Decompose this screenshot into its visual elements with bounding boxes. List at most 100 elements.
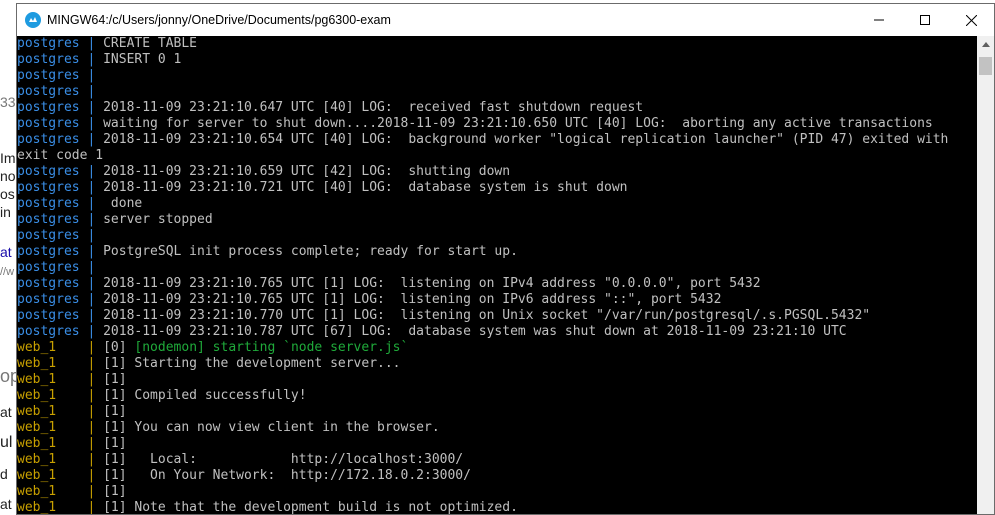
terminal-line: postgres | 2018-11-09 23:21:10.721 UTC [… bbox=[17, 180, 977, 196]
terminal-line-text: [0] bbox=[103, 340, 135, 355]
terminal-line: web_1 | [1] You can now view client in t… bbox=[17, 420, 977, 436]
terminal-line: web_1 | [0] [nodemon] starting `node ser… bbox=[17, 340, 977, 356]
terminal-line: web_1 | [1] Local: http://localhost:3000… bbox=[17, 452, 977, 468]
postgres-service-prefix: postgres | bbox=[17, 276, 104, 291]
window-controls bbox=[856, 4, 994, 36]
terminal-line: exit code 1 bbox=[17, 148, 977, 164]
background-text: at bbox=[0, 496, 12, 512]
postgres-service-prefix: postgres | bbox=[17, 180, 104, 195]
terminal-line: postgres | 2018-11-09 23:21:10.659 UTC [… bbox=[17, 164, 977, 180]
terminal-line: postgres | 2018-11-09 23:21:10.765 UTC [… bbox=[17, 292, 977, 308]
background-text: Im bbox=[0, 150, 16, 166]
postgres-service-prefix: postgres | bbox=[17, 132, 104, 147]
postgres-service-prefix: postgres | bbox=[17, 164, 104, 179]
terminal-line-text: waiting for server to shut down....2018-… bbox=[103, 116, 933, 131]
background-text: in bbox=[0, 204, 11, 220]
postgres-service-prefix: postgres | bbox=[17, 308, 104, 323]
postgres-service-prefix: postgres | bbox=[17, 292, 104, 307]
web-service-prefix: web_1 | bbox=[17, 420, 104, 435]
postgres-service-prefix: postgres | bbox=[17, 84, 104, 99]
terminal-line-text: [1] Compiled successfully! bbox=[103, 388, 307, 403]
terminal-line-text: exit code 1 bbox=[17, 148, 104, 163]
web-service-prefix: web_1 | bbox=[17, 452, 104, 467]
background-link[interactable]: at bbox=[0, 244, 12, 260]
terminal-line: web_1 | [1] Note that the development bu… bbox=[17, 500, 977, 514]
terminal-line-text: [1] bbox=[103, 484, 127, 499]
scroll-thumb[interactable] bbox=[979, 57, 992, 75]
close-button[interactable] bbox=[948, 4, 994, 36]
terminal-window[interactable]: MINGW64:/c/Users/jonny/OneDrive/Document… bbox=[16, 3, 995, 515]
terminal-line: postgres | 2018-11-09 23:21:10.647 UTC [… bbox=[17, 100, 977, 116]
background-text: ul bbox=[0, 434, 13, 451]
terminal-output[interactable]: postgres | CREATE TABLE postgres | INSERT… bbox=[17, 36, 977, 514]
web-service-prefix: web_1 | bbox=[17, 484, 104, 499]
terminal-line: postgres | bbox=[17, 260, 977, 276]
web-service-prefix: web_1 | bbox=[17, 500, 104, 514]
terminal-line: postgres | 2018-11-09 23:21:10.787 UTC [… bbox=[17, 324, 977, 340]
postgres-service-prefix: postgres | bbox=[17, 260, 104, 275]
terminal-line: postgres | done bbox=[17, 196, 977, 212]
postgres-service-prefix: postgres | bbox=[17, 244, 104, 259]
terminal-line: postgres | bbox=[17, 84, 977, 100]
postgres-service-prefix: postgres | bbox=[17, 324, 104, 339]
web-service-prefix: web_1 | bbox=[17, 388, 104, 403]
terminal-line: web_1 | [1] On Your Network: http://172.… bbox=[17, 468, 977, 484]
terminal-line: postgres | waiting for server to shut do… bbox=[17, 116, 977, 132]
web-service-prefix: web_1 | bbox=[17, 468, 104, 483]
title-bar[interactable]: MINGW64:/c/Users/jonny/OneDrive/Document… bbox=[17, 4, 994, 36]
web-service-prefix: web_1 | bbox=[17, 436, 104, 451]
terminal-line-text: 2018-11-09 23:21:10.765 UTC [1] LOG: lis… bbox=[103, 276, 761, 291]
terminal-line: postgres | 2018-11-09 23:21:10.654 UTC [… bbox=[17, 132, 977, 148]
postgres-service-prefix: postgres | bbox=[17, 228, 104, 243]
terminal-line-text: [1] On Your Network: http://172.18.0.2:3… bbox=[103, 468, 471, 483]
terminal-line-text: 2018-11-09 23:21:10.654 UTC [40] LOG: ba… bbox=[103, 132, 949, 147]
maximize-icon bbox=[920, 15, 930, 25]
background-text: 33 bbox=[0, 94, 16, 110]
postgres-service-prefix: postgres | bbox=[17, 52, 104, 67]
terminal-line-text: PostgreSQL init process complete; ready … bbox=[103, 244, 518, 259]
background-text: d bbox=[0, 466, 8, 482]
terminal-line: web_1 | [1] bbox=[17, 436, 977, 452]
chevron-up-icon bbox=[981, 42, 990, 47]
web-service-prefix: web_1 | bbox=[17, 340, 104, 355]
terminal-line-text: 2018-11-09 23:21:10.765 UTC [1] LOG: lis… bbox=[103, 292, 722, 307]
terminal-line: web_1 | [1] Compiled successfully! bbox=[17, 388, 977, 404]
terminal-line-text: 2018-11-09 23:21:10.787 UTC [67] LOG: da… bbox=[103, 324, 847, 339]
web-service-prefix: web_1 | bbox=[17, 404, 104, 419]
terminal-line: postgres | server stopped bbox=[17, 212, 977, 228]
terminal-line-text: 2018-11-09 23:21:10.659 UTC [42] LOG: sh… bbox=[103, 164, 511, 179]
terminal-line-text: CREATE TABLE bbox=[103, 36, 198, 51]
background-text: at bbox=[0, 404, 12, 420]
vertical-scrollbar[interactable] bbox=[977, 36, 994, 514]
terminal-line-text: [1] Local: http://localhost:3000/ bbox=[103, 452, 464, 467]
minimize-icon bbox=[874, 19, 884, 21]
background-url: //w bbox=[0, 266, 15, 278]
postgres-service-prefix: postgres | bbox=[17, 196, 104, 211]
terminal-line: web_1 | [1] bbox=[17, 404, 977, 420]
mingw-app-icon[interactable] bbox=[25, 12, 41, 28]
terminal-line: postgres | bbox=[17, 68, 977, 84]
postgres-service-prefix: postgres | bbox=[17, 68, 104, 83]
terminal-line-text: server stopped bbox=[103, 212, 213, 227]
terminal-line: web_1 | [1] bbox=[17, 484, 977, 500]
background-text: os bbox=[0, 186, 15, 202]
postgres-service-prefix: postgres | bbox=[17, 36, 104, 51]
terminal-line: postgres | 2018-11-09 23:21:10.765 UTC [… bbox=[17, 276, 977, 292]
terminal-line: web_1 | [1] bbox=[17, 372, 977, 388]
terminal-line-text: [1] bbox=[103, 372, 127, 387]
window-title: MINGW64:/c/Users/jonny/OneDrive/Document… bbox=[47, 13, 391, 27]
scroll-up-button[interactable] bbox=[977, 36, 994, 53]
terminal-line: web_1 | [1] Starting the development ser… bbox=[17, 356, 977, 372]
terminal-line-text: [1] Note that the development build is n… bbox=[103, 500, 518, 514]
close-icon bbox=[965, 14, 977, 26]
maximize-button[interactable] bbox=[902, 4, 948, 36]
terminal-line-text: 2018-11-09 23:21:10.647 UTC [40] LOG: re… bbox=[103, 100, 644, 115]
terminal-line-text: [1] Starting the development server... bbox=[103, 356, 401, 371]
terminal-line: postgres | 2018-11-09 23:21:10.770 UTC [… bbox=[17, 308, 977, 324]
terminal-line-text: done bbox=[103, 196, 143, 211]
terminal-line-text: [1] bbox=[103, 404, 127, 419]
minimize-button[interactable] bbox=[856, 4, 902, 36]
terminal-line: postgres | CREATE TABLE bbox=[17, 36, 977, 52]
web-service-prefix: web_1 | bbox=[17, 372, 104, 387]
postgres-service-prefix: postgres | bbox=[17, 116, 104, 131]
